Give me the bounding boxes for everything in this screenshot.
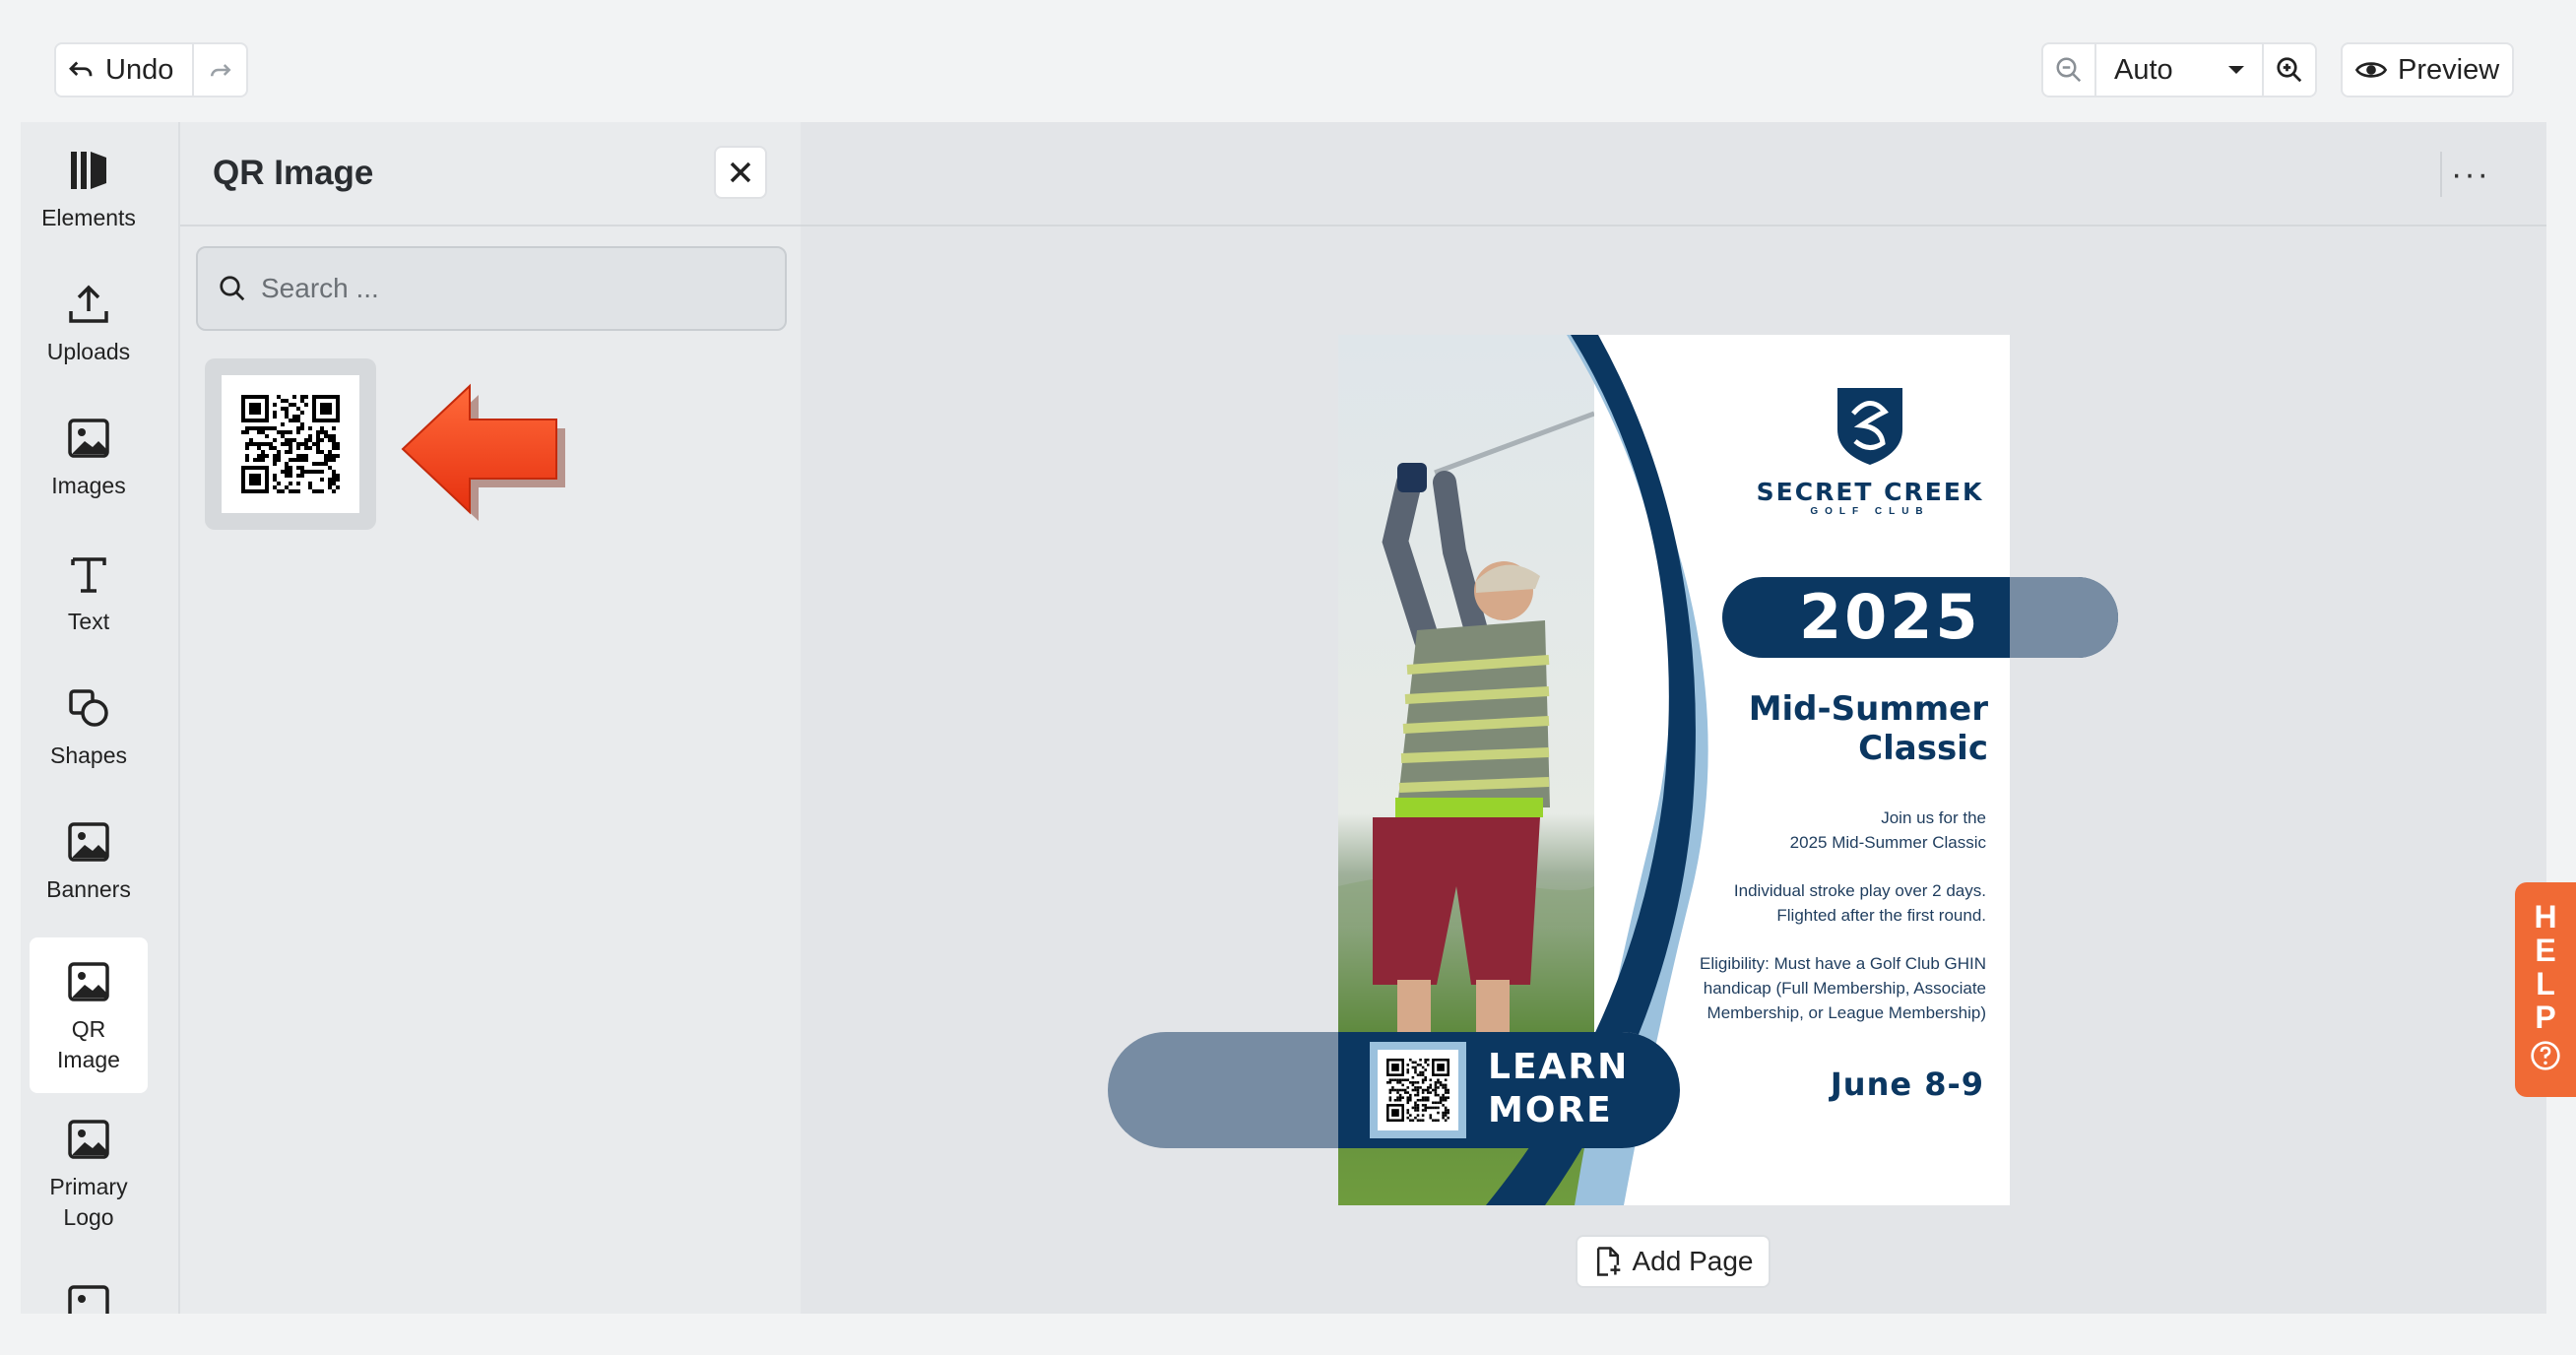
rail-label-primary-logo: Primary Logo [49,1174,128,1230]
help-letter-h: H [2534,899,2557,935]
help-letter-l: L [2536,966,2555,1001]
search-placeholder: Search ... [261,273,379,303]
event-title: Mid-Summer Classic [1749,689,1988,768]
preview-button[interactable]: Preview [2341,42,2514,97]
blurb-format: Individual stroke play over 2 days. Flig… [1734,878,1986,928]
learn-more-qr-white [1378,1050,1458,1130]
image-icon [68,419,109,458]
redo-button[interactable] [192,42,248,97]
blurb-eligibility-line-3: Membership, or League Membership) [1707,1003,1986,1022]
rail-item-shapes[interactable]: Shapes [30,685,148,771]
rail-label-elements: Elements [41,205,136,230]
question-circle-icon [2531,1041,2560,1070]
undo-button[interactable]: Undo [54,42,194,97]
rail-item-primary-logo[interactable]: Primary Logo [30,1117,148,1233]
help-tab[interactable]: H E L P [2515,882,2576,1097]
learn-more-line-2: MORE [1488,1090,1613,1130]
blurb-eligibility-line-2: handicap (Full Membership, Associate [1703,979,1986,998]
help-letter-p: P [2535,1000,2556,1035]
qr-image-panel: QR Image Search ... [178,122,803,1314]
event-title-line-2: Classic [1858,729,1988,768]
blurb-format-line-1: Individual stroke play over 2 days. [1733,881,1986,900]
search-input[interactable]: Search ... [196,246,787,331]
learn-more-qr-frame [1370,1042,1466,1138]
learn-more-qr-code [1386,1059,1449,1122]
learn-more-text: LEARN MORE [1488,1046,1629,1132]
preview-label: Preview [2398,53,2500,86]
more-icon: ··· [2451,155,2490,193]
zoom-select[interactable]: Auto [2094,42,2264,97]
panel-header: QR Image [180,122,803,226]
rail-label-shapes: Shapes [49,742,127,768]
year-banner[interactable]: 2025 [1722,577,2118,658]
rail-label-qr-image: QR Image [57,1016,120,1072]
rail-label-images: Images [51,473,126,498]
rail-item-banners[interactable]: Banners [30,819,148,905]
eye-icon [2354,62,2388,78]
event-title-line-1: Mid-Summer [1748,689,1988,729]
logo-image-icon [68,1120,109,1159]
more-options-button[interactable]: ··· [2440,152,2499,197]
learn-more-line-1: LEARN [1488,1047,1630,1087]
rail-item-more[interactable] [30,1282,148,1314]
panel-title: QR Image [213,154,374,192]
upload-icon [69,285,108,323]
add-page-label: Add Page [1632,1246,1754,1276]
close-icon [730,161,751,183]
text-icon [71,557,106,593]
blurb-eligibility-line-1: Eligibility: Must have a Golf Club GHIN [1700,954,1986,973]
shield-crest-icon [1837,388,1902,465]
add-page-button[interactable]: Add Page [1576,1235,1771,1288]
blurb-intro-line-2: 2025 Mid-Summer Classic [1789,833,1986,852]
undo-icon [69,61,93,77]
zoom-in-icon [2277,57,2302,83]
canvas-header: ··· [801,122,2546,226]
tool-rail: Elements Uploads Images Text Shapes Bann… [21,122,178,1314]
qr-image-item[interactable] [205,358,376,530]
zoom-value: Auto [2114,53,2173,86]
brand-subtitle: GOLF CLUB [1810,506,1930,517]
chevron-down-icon [2228,66,2244,74]
qr-code-graphic [241,395,340,493]
rail-item-qr-image[interactable]: QR Image [30,937,148,1093]
year-text: 2025 [1799,581,1981,653]
top-toolbar: Undo Auto Preview [0,0,2576,122]
close-panel-button[interactable] [714,146,767,199]
add-page-icon [1596,1247,1620,1276]
rail-item-images[interactable]: Images [30,416,148,501]
rail-item-uploads[interactable]: Uploads [30,282,148,367]
zoom-in-button[interactable] [2262,42,2317,97]
red-arrow-annotation [401,383,565,521]
rail-label-uploads: Uploads [46,339,131,364]
undo-label: Undo [105,53,174,86]
blurb-intro-line-1: Join us for the [1881,808,1986,827]
rail-label-text: Text [67,609,110,634]
partial-image-icon [68,1285,109,1314]
redo-icon [210,64,231,77]
banner-image-icon [68,822,109,862]
year-banner-overflow [2010,577,2118,658]
learn-more-banner[interactable]: LEARN MORE [1108,1032,1680,1148]
rail-item-text[interactable]: Text [30,551,148,637]
qr-image-icon [68,962,109,1001]
help-letter-e: E [2535,933,2556,968]
elements-icon [71,152,106,189]
zoom-out-button[interactable] [2041,42,2096,97]
zoom-out-icon [2056,57,2082,83]
search-icon [220,276,245,301]
event-date: June 8-9 [1830,1065,1984,1103]
blurb-format-line-2: Flighted after the first round. [1776,906,1986,925]
blurb-eligibility: Eligibility: Must have a Golf Club GHIN … [1700,951,1986,1025]
rail-label-banners: Banners [46,876,131,902]
blurb-intro: Join us for the 2025 Mid-Summer Classic [1790,806,1986,855]
rail-item-elements[interactable]: Elements [30,148,148,233]
brand-name: SECRET CREEK [1756,478,1984,506]
club-logo: SECRET CREEK GOLF CLUB [1744,384,1996,517]
qr-code-thumbnail [222,375,359,513]
shapes-icon [69,689,108,727]
